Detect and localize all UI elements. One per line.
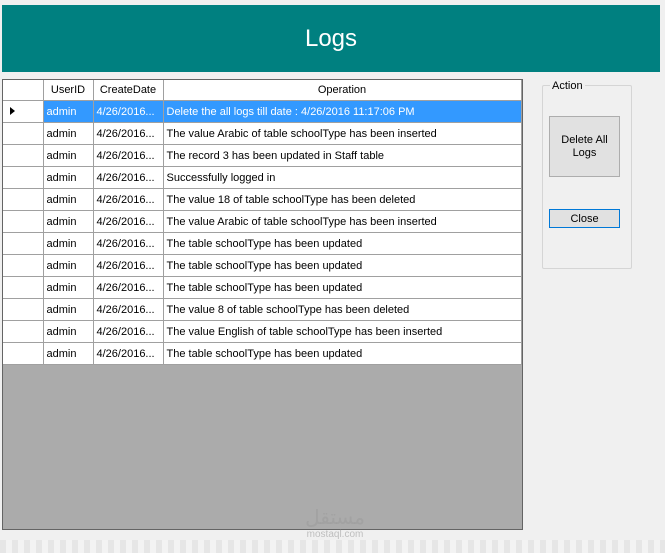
- userid-cell[interactable]: admin: [43, 100, 94, 123]
- row-header-cell[interactable]: [3, 122, 44, 145]
- createdate-cell[interactable]: 4/26/2016...: [93, 232, 164, 255]
- userid-cell[interactable]: admin: [43, 320, 94, 343]
- row-header-cell[interactable]: [3, 254, 44, 277]
- userid-cell[interactable]: admin: [43, 254, 94, 277]
- userid-cell[interactable]: admin: [43, 188, 94, 211]
- row-header-cell[interactable]: [3, 298, 44, 321]
- userid-cell[interactable]: admin: [43, 342, 94, 365]
- title-banner: Logs: [2, 5, 660, 72]
- watermark-logo: مستقل: [305, 505, 365, 529]
- operation-cell[interactable]: The value Arabic of table schoolType has…: [163, 122, 522, 145]
- row-header-cell[interactable]: [3, 320, 44, 343]
- createdate-cell[interactable]: 4/26/2016...: [93, 254, 164, 277]
- operation-cell[interactable]: The value English of table schoolType ha…: [163, 320, 522, 343]
- table-row[interactable]: admin 4/26/2016... The value English of ta…: [3, 320, 522, 343]
- operation-cell[interactable]: The table schoolType has been updated: [163, 254, 522, 277]
- createdate-cell[interactable]: 4/26/2016...: [93, 342, 164, 365]
- row-header-cell[interactable]: [3, 342, 44, 365]
- action-group-title: Action: [550, 80, 585, 92]
- row-header-cell[interactable]: [3, 144, 44, 167]
- createdate-cell[interactable]: 4/26/2016...: [93, 188, 164, 211]
- column-header-userid[interactable]: UserID: [43, 80, 94, 101]
- table-row[interactable]: admin 4/26/2016... The value 8 of table sc…: [3, 298, 522, 321]
- logs-table: UserID CreateDate Operation admin 4/26/20…: [3, 80, 522, 365]
- close-button[interactable]: Close: [549, 209, 620, 228]
- delete-all-logs-button[interactable]: Delete All Logs: [549, 116, 620, 177]
- table-row[interactable]: admin 4/26/2016... The record 3 has been u…: [3, 144, 522, 167]
- table-row[interactable]: admin 4/26/2016... Delete the all logs til…: [3, 100, 522, 123]
- column-header-operation[interactable]: Operation: [163, 80, 522, 101]
- userid-cell[interactable]: admin: [43, 166, 94, 189]
- createdate-cell[interactable]: 4/26/2016...: [93, 320, 164, 343]
- header-row: UserID CreateDate Operation: [3, 80, 522, 101]
- column-header-createdate[interactable]: CreateDate: [93, 80, 164, 101]
- createdate-cell[interactable]: 4/26/2016...: [93, 100, 164, 123]
- operation-cell[interactable]: The value Arabic of table schoolType has…: [163, 210, 522, 233]
- table-row[interactable]: admin 4/26/2016... The value Arabic of tab…: [3, 210, 522, 233]
- table-row[interactable]: admin 4/26/2016... The table schoolType ha…: [3, 276, 522, 299]
- row-header-cell[interactable]: [3, 210, 44, 233]
- row-header-cell[interactable]: [3, 100, 44, 123]
- page-title: Logs: [304, 24, 358, 52]
- operation-cell[interactable]: The value 8 of table schoolType has been…: [163, 298, 522, 321]
- operation-cell[interactable]: Successfully logged in: [163, 166, 522, 189]
- current-row-arrow-icon: [10, 107, 15, 115]
- userid-cell[interactable]: admin: [43, 122, 94, 145]
- userid-cell[interactable]: admin: [43, 210, 94, 233]
- createdate-cell[interactable]: 4/26/2016...: [93, 210, 164, 233]
- operation-cell[interactable]: The value 18 of table schoolType has bee…: [163, 188, 522, 211]
- row-header-cell[interactable]: [3, 276, 44, 299]
- userid-cell[interactable]: admin: [43, 144, 94, 167]
- corner-header-cell[interactable]: [3, 80, 44, 101]
- row-header-cell[interactable]: [3, 188, 44, 211]
- createdate-cell[interactable]: 4/26/2016...: [93, 144, 164, 167]
- operation-cell[interactable]: The table schoolType has been updated: [163, 342, 522, 365]
- operation-cell[interactable]: The table schoolType has been updated: [163, 232, 522, 255]
- createdate-cell[interactable]: 4/26/2016...: [93, 122, 164, 145]
- row-header-cell[interactable]: [3, 232, 44, 255]
- watermark-text: mostaql.com: [306, 529, 364, 540]
- createdate-cell[interactable]: 4/26/2016...: [93, 166, 164, 189]
- userid-cell[interactable]: admin: [43, 298, 94, 321]
- decorative-pattern: [0, 540, 665, 553]
- userid-cell[interactable]: admin: [43, 232, 94, 255]
- row-header-cell[interactable]: [3, 166, 44, 189]
- table-row[interactable]: admin 4/26/2016... Successfully logged in: [3, 166, 522, 189]
- table-row[interactable]: admin 4/26/2016... The table schoolType ha…: [3, 232, 522, 255]
- watermark: مستقل mostaql.com: [290, 505, 380, 540]
- table-row[interactable]: admin 4/26/2016... The table schoolType ha…: [3, 342, 522, 365]
- logs-grid[interactable]: UserID CreateDate Operation admin 4/26/20…: [2, 79, 523, 530]
- action-group: Action Delete All Logs Close: [542, 80, 632, 269]
- table-row[interactable]: admin 4/26/2016... The value 18 of table s…: [3, 188, 522, 211]
- table-row[interactable]: admin 4/26/2016... The table schoolType ha…: [3, 254, 522, 277]
- createdate-cell[interactable]: 4/26/2016...: [93, 298, 164, 321]
- operation-cell[interactable]: Delete the all logs till date : 4/26/201…: [163, 100, 522, 123]
- createdate-cell[interactable]: 4/26/2016...: [93, 276, 164, 299]
- operation-cell[interactable]: The record 3 has been updated in Staff t…: [163, 144, 522, 167]
- table-row[interactable]: admin 4/26/2016... The value Arabic of tab…: [3, 122, 522, 145]
- userid-cell[interactable]: admin: [43, 276, 94, 299]
- operation-cell[interactable]: The table schoolType has been updated: [163, 276, 522, 299]
